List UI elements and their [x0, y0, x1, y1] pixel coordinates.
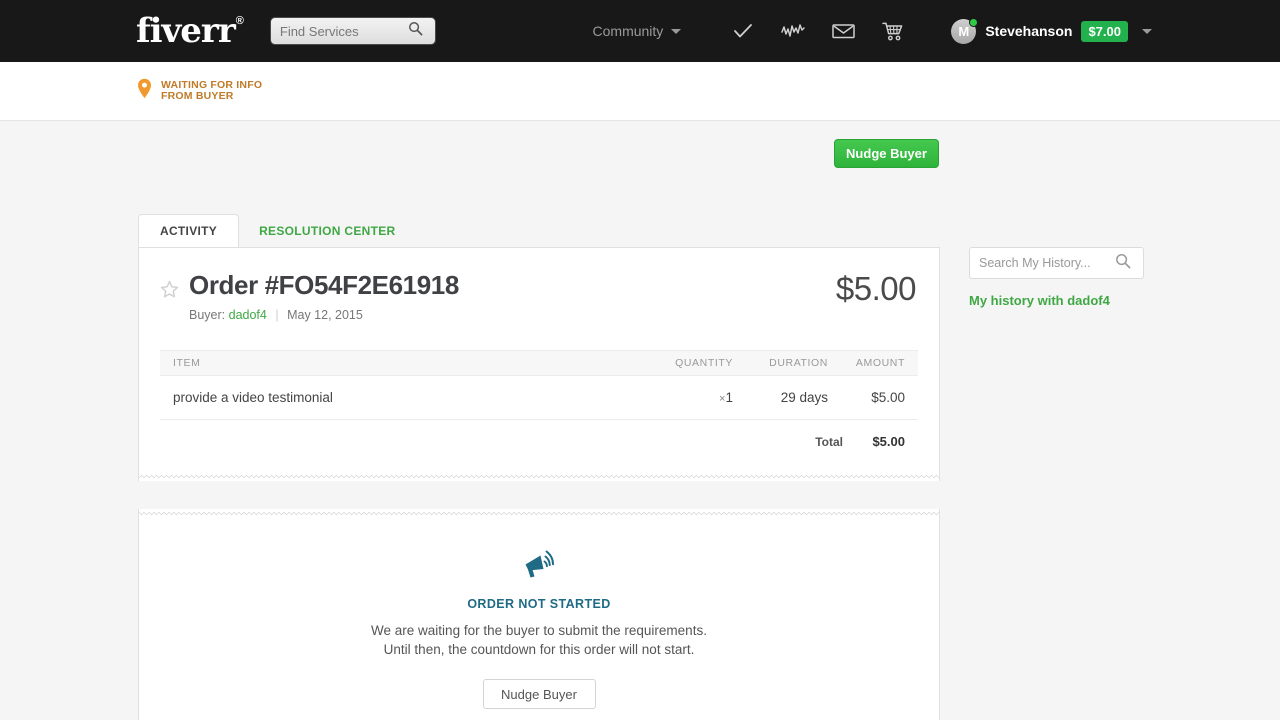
registered-mark: ®	[235, 15, 244, 27]
avatar[interactable]: M	[951, 17, 979, 44]
cell-amount: $5.00	[828, 375, 918, 420]
order-not-started-body: ORDER NOT STARTED We are waiting for the…	[139, 515, 939, 720]
cart-icon[interactable]	[881, 20, 905, 42]
star-icon[interactable]	[160, 280, 179, 322]
order-meta: Buyer: dadof4 | May 12, 2015	[189, 308, 459, 322]
user-chevron-down-icon[interactable]	[1142, 28, 1152, 34]
order-not-started-card: ORDER NOT STARTED We are waiting for the…	[138, 509, 940, 720]
username-label: Stevehanson	[985, 23, 1073, 39]
search-input[interactable]	[279, 23, 408, 39]
status-line-2: FROM BUYER	[161, 90, 234, 102]
card-spacer	[139, 449, 939, 475]
page-title: Order #FO54F2E61918	[189, 270, 459, 300]
column-header-quantity: QUANTITY	[643, 350, 733, 376]
fiverr-logo[interactable]: fiverr ®	[136, 11, 244, 51]
card-torn-edge-bottom	[139, 475, 939, 481]
search-icon[interactable]	[408, 21, 423, 41]
cell-quantity: ×1	[643, 375, 733, 420]
total-label: Total	[815, 434, 843, 449]
order-total-row: Total $5.00	[160, 420, 918, 449]
table-header-row: ITEM QUANTITY DURATION AMOUNT	[160, 350, 918, 376]
order-items-table: ITEM QUANTITY DURATION AMOUNT provide a …	[160, 350, 918, 449]
balance-badge[interactable]: $7.00	[1081, 20, 1128, 42]
online-status-dot	[969, 17, 979, 27]
history-search-box[interactable]	[969, 247, 1144, 279]
user-menu[interactable]: M Stevehanson $7.00	[951, 17, 1152, 44]
chevron-down-icon	[671, 28, 682, 34]
total-value: $5.00	[872, 434, 905, 449]
column-header-duration: DURATION	[733, 350, 828, 376]
order-not-started-line-1: We are waiting for the buyer to submit t…	[371, 623, 707, 638]
status-text: WAITING FOR INFO FROM BUYER	[161, 79, 262, 103]
history-sidebar: My history with dadof4	[969, 247, 1144, 308]
order-total-price: $5.00	[835, 270, 917, 307]
order-summary-card: Order #FO54F2E61918 Buyer: dadof4 | May …	[138, 247, 940, 481]
history-search-icon[interactable]	[1115, 253, 1131, 274]
nav-right-group: Community M Stevehanson $7.00	[593, 17, 1152, 44]
order-not-started-title: ORDER NOT STARTED	[467, 597, 611, 611]
logo-text: fiverr	[136, 11, 236, 51]
order-title-group: Order #FO54F2E61918 Buyer: dadof4 | May …	[189, 270, 459, 322]
meta-separator: |	[275, 308, 279, 322]
tab-bar: ACTIVITY RESOLUTION CENTER	[138, 214, 940, 247]
buyer-label: Buyer:	[189, 308, 226, 322]
find-services-search[interactable]	[269, 17, 436, 45]
column-header-amount: AMOUNT	[828, 350, 918, 376]
history-with-buyer-link[interactable]: My history with dadof4	[969, 293, 1144, 308]
activity-icon[interactable]	[781, 20, 806, 42]
order-status-bar: WAITING FOR INFO FROM BUYER Nudge Buyer	[0, 62, 1280, 168]
quantity-value: 1	[725, 390, 733, 405]
status-group: WAITING FOR INFO FROM BUYER	[137, 78, 262, 104]
nudge-buyer-primary-button[interactable]: Nudge Buyer	[834, 139, 939, 168]
order-header: Order #FO54F2E61918 Buyer: dadof4 | May …	[139, 248, 939, 322]
envelope-icon[interactable]	[831, 20, 855, 42]
tab-resolution-center[interactable]: RESOLUTION CENTER	[239, 214, 416, 247]
avatar-initial: M	[958, 23, 970, 39]
nudge-buyer-secondary-button[interactable]: Nudge Buyer	[482, 679, 596, 709]
tab-activity[interactable]: ACTIVITY	[138, 214, 240, 247]
order-date: May 12, 2015	[287, 308, 363, 322]
check-icon[interactable]	[731, 20, 755, 42]
cell-item: provide a video testimonial	[160, 375, 643, 420]
table-row: provide a video testimonial ×1 29 days $…	[160, 375, 918, 420]
main-column: ACTIVITY RESOLUTION CENTER Order #FO54F2…	[138, 214, 940, 720]
community-label: Community	[592, 23, 664, 39]
location-pin-icon	[137, 78, 152, 104]
community-menu[interactable]: Community	[593, 23, 682, 39]
column-header-item: ITEM	[160, 350, 643, 376]
top-navigation-bar: fiverr ® Community	[0, 0, 1280, 62]
cell-duration: 29 days	[733, 375, 828, 420]
search-history-input[interactable]	[979, 256, 1115, 270]
megaphone-icon	[139, 548, 939, 585]
order-not-started-line-2: Until then, the countdown for this order…	[383, 642, 695, 657]
nav-icon-group	[731, 20, 905, 42]
buyer-name-link[interactable]: dadof4	[229, 308, 267, 322]
